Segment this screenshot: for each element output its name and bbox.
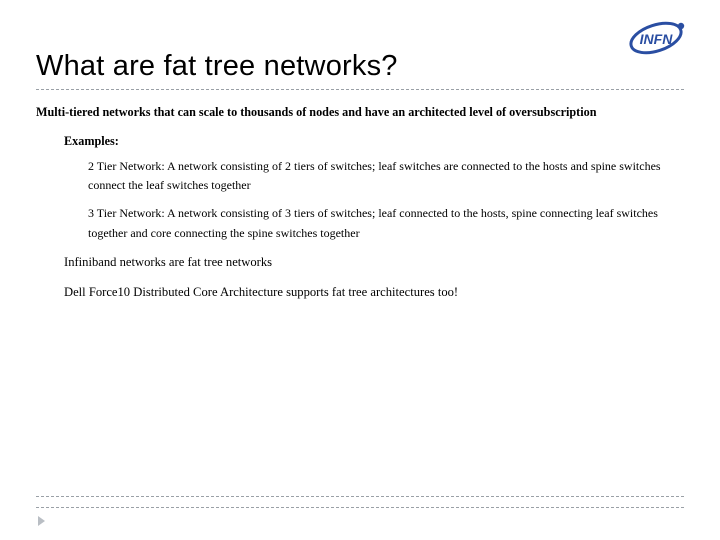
examples-label: Examples: bbox=[64, 134, 684, 149]
tier-item: 2 Tier Network: A network consisting of … bbox=[88, 157, 680, 197]
footer-divider bbox=[36, 486, 684, 508]
play-icon bbox=[38, 516, 45, 526]
intro-text: Multi-tiered networks that can scale to … bbox=[36, 104, 684, 122]
page-title: What are fat tree networks? bbox=[36, 50, 684, 83]
title-underline bbox=[36, 89, 684, 90]
note-item: Dell Force10 Distributed Core Architectu… bbox=[64, 282, 684, 302]
tier-item: 3 Tier Network: A network consisting of … bbox=[88, 204, 680, 244]
logo-text: INFN bbox=[640, 31, 674, 47]
note-item: Infiniband networks are fat tree network… bbox=[64, 252, 684, 272]
slide: INFN What are fat tree networks? Multi-t… bbox=[0, 0, 720, 540]
infn-logo: INFN bbox=[620, 16, 692, 64]
